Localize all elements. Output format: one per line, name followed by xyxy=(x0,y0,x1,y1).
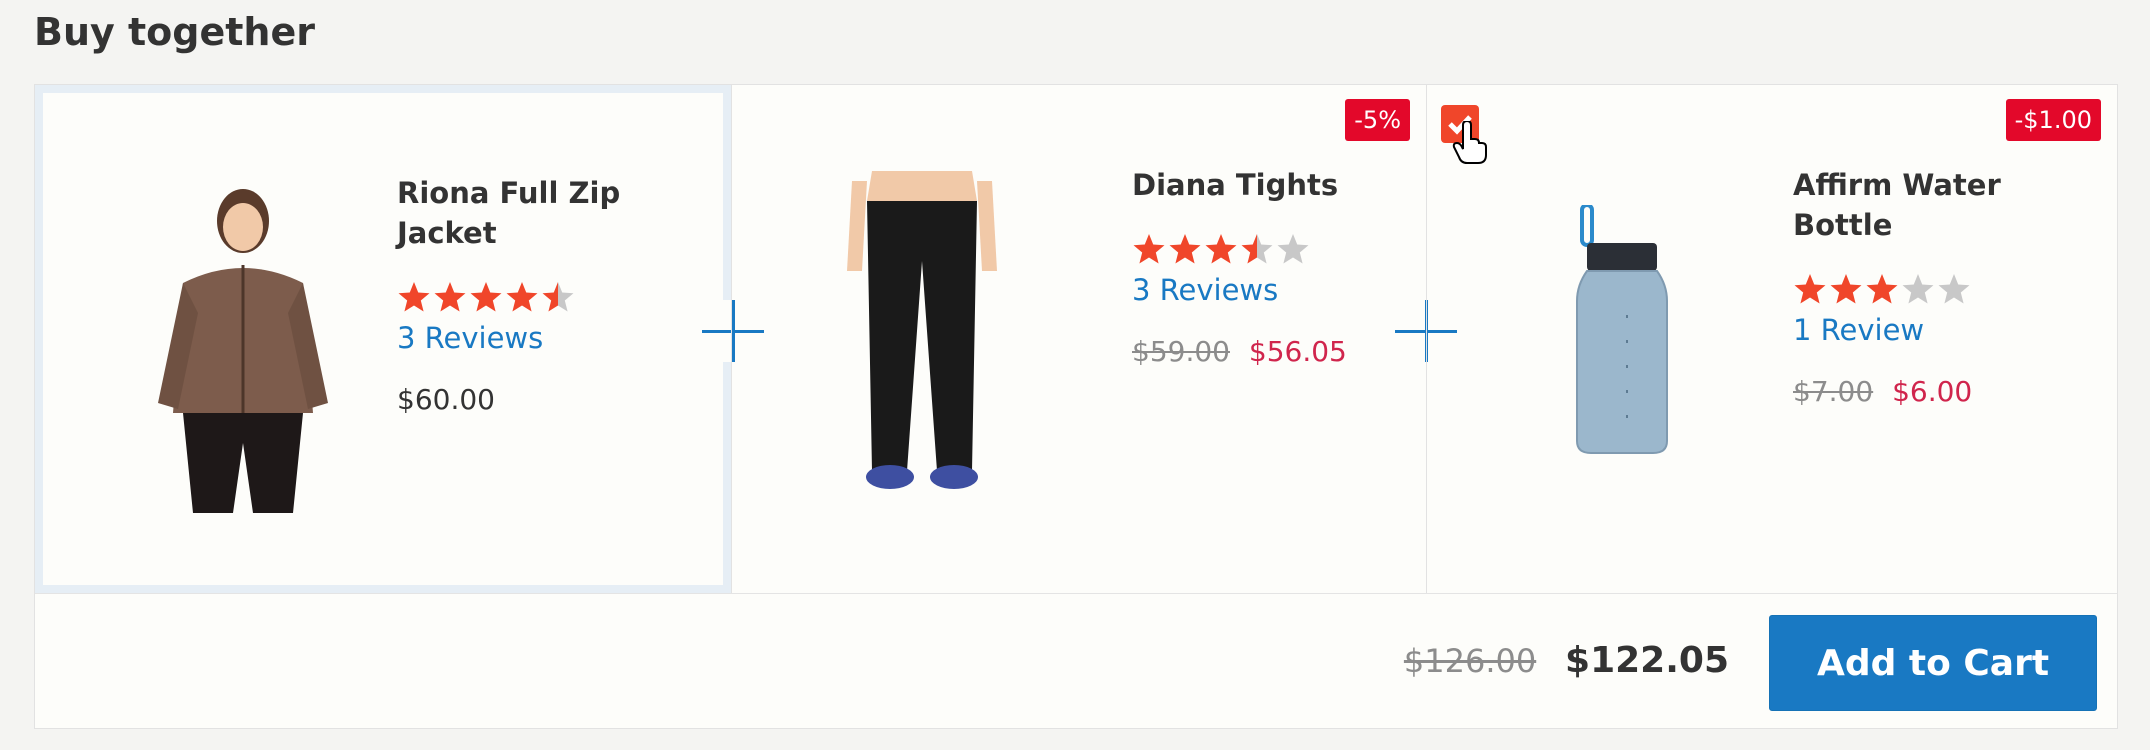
sale-price: $56.05 xyxy=(1248,335,1347,368)
rating-stars xyxy=(1132,233,1310,265)
star-icon xyxy=(1830,274,1862,304)
star-icon xyxy=(1794,274,1826,304)
star-icon xyxy=(542,282,574,312)
total-old-price: $126.00 xyxy=(1403,642,1537,680)
rating-stars xyxy=(1793,273,1971,305)
total-final-price: $122.05 xyxy=(1565,640,1729,681)
product-name[interactable]: Affirm Water Bottle xyxy=(1793,165,2033,245)
product-name[interactable]: Riona Full Zip Jacket xyxy=(397,173,637,253)
product-price: $60.00 xyxy=(397,383,495,416)
reviews-link[interactable]: 1 Review xyxy=(1793,313,1924,347)
product-image-tights[interactable] xyxy=(822,171,1022,491)
hand-cursor-icon xyxy=(1452,121,1487,164)
reviews-link[interactable]: 3 Reviews xyxy=(1132,273,1278,307)
product-image-bottle[interactable] xyxy=(1557,205,1687,455)
product-card-diana-tights[interactable]: Diana Tights 3 Reviews $59.00 $56.05 -5% xyxy=(731,85,1426,593)
add-to-cart-button[interactable]: Add to Cart xyxy=(1769,615,2097,711)
star-icon xyxy=(1902,274,1934,304)
product-name[interactable]: Diana Tights xyxy=(1132,165,1372,205)
rating-stars xyxy=(397,281,575,313)
star-icon xyxy=(1169,234,1201,264)
star-icon xyxy=(506,282,538,312)
bundle-total: $126.00 $122.05 xyxy=(1404,640,1729,681)
reviews-link[interactable]: 3 Reviews xyxy=(397,321,543,355)
buy-together-panel: Riona Full Zip Jacket 3 Reviews $60.00 D… xyxy=(34,84,2118,729)
product-list: Riona Full Zip Jacket 3 Reviews $60.00 D… xyxy=(35,85,2117,594)
star-icon xyxy=(470,282,502,312)
star-icon xyxy=(434,282,466,312)
price: $60.00 xyxy=(397,383,495,416)
old-price: $7.00 xyxy=(1793,375,1874,408)
price: $59.00 $56.05 xyxy=(1132,335,1347,368)
discount-badge: -$1.00 xyxy=(2005,99,2101,141)
star-icon xyxy=(1241,234,1273,264)
sale-price: $6.00 xyxy=(1892,375,1973,408)
section-title: Buy together xyxy=(34,10,315,54)
product-image-jacket[interactable] xyxy=(123,173,363,513)
star-icon xyxy=(1938,274,1970,304)
star-icon xyxy=(398,282,430,312)
product-card-riona-jacket[interactable]: Riona Full Zip Jacket 3 Reviews $60.00 xyxy=(35,85,731,593)
star-icon xyxy=(1133,234,1165,264)
old-price: $59.00 xyxy=(1132,335,1230,368)
product-card-affirm-bottle[interactable]: Affirm Water Bottle 1 Review $7.00 $6.00… xyxy=(1426,85,2117,593)
star-icon xyxy=(1866,274,1898,304)
star-icon xyxy=(1277,234,1309,264)
discount-badge: -5% xyxy=(1345,99,1410,141)
star-icon xyxy=(1205,234,1237,264)
price: $7.00 $6.00 xyxy=(1793,375,1972,408)
